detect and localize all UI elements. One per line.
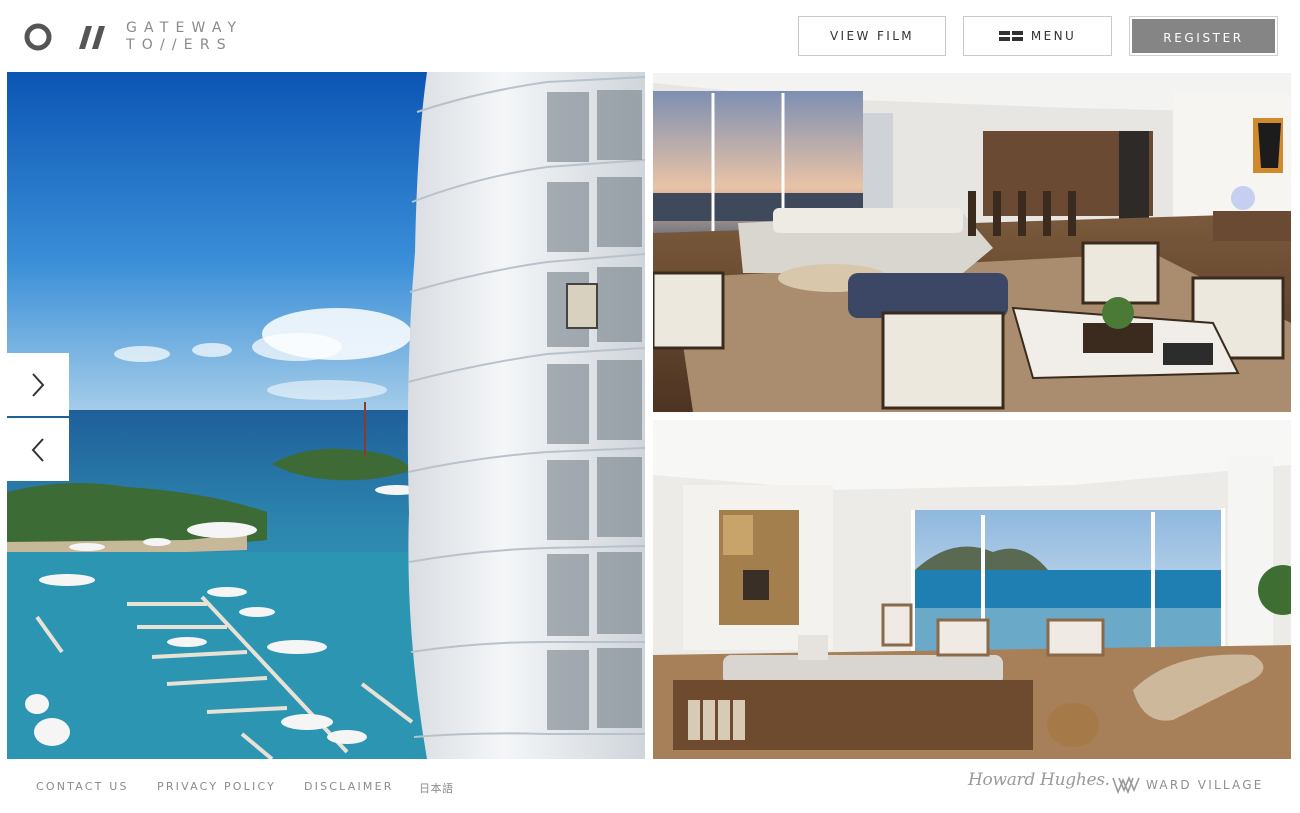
howard-hughes-logo[interactable]: Howard Hughes. [968,770,1110,790]
privacy-policy-link[interactable]: PRIVACY POLICY [157,780,276,793]
register-button[interactable]: REGISTER [1129,16,1278,56]
ward-village-emblem-icon [1112,776,1140,794]
slider-next-button[interactable] [7,353,69,416]
view-film-label: VIEW FILM [829,29,915,43]
ward-village-wordmark: WARD VILLAGE [1146,778,1264,792]
site-footer: CONTACT US PRIVACY POLICY DISCLAIMER 日本語… [0,760,1300,813]
ward-village-logo[interactable]: WARD VILLAGE [1112,776,1262,796]
chevron-left-icon [31,437,44,462]
menu-grid-icon [998,31,1023,41]
menu-label: MENU [1030,29,1077,43]
chevron-right-icon [32,372,45,397]
logo-wordmark[interactable]: GATEWAY TO//ERS [126,20,243,54]
register-label: REGISTER [1132,19,1275,53]
view-film-button[interactable]: VIEW FILM [798,16,946,56]
slider-prev-button[interactable] [7,418,69,481]
site-header: GATEWAY TO//ERS VIEW FILM MENU REGISTER [0,0,1300,72]
gateway-towers-logo-icon[interactable] [24,22,106,52]
contact-us-link[interactable]: CONTACT US [36,780,129,793]
disclaimer-link[interactable]: DISCLAIMER [304,780,394,793]
interior-living-room-image [653,73,1291,412]
interior-ocean-view-image [653,420,1291,759]
japanese-language-link[interactable]: 日本語 [419,780,454,796]
logo-line-2: TO//ERS [126,37,233,53]
menu-button[interactable]: MENU [963,16,1112,56]
hero-image-tower-marina [7,72,645,759]
logo-line-1: GATEWAY [126,20,244,36]
